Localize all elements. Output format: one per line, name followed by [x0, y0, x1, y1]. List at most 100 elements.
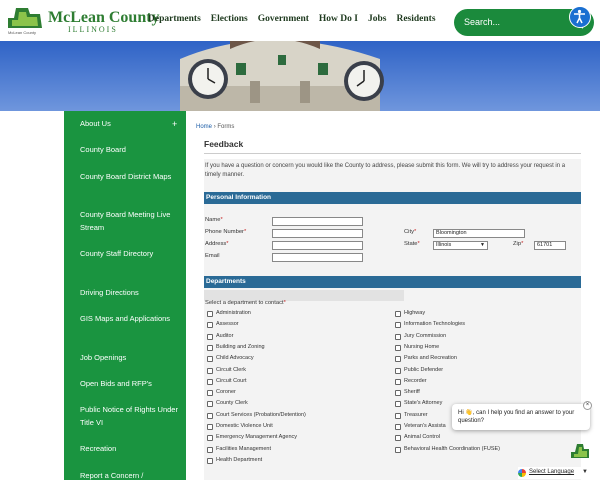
form-intro: If you have a question or concern you wo…: [205, 163, 566, 178]
accessibility-icon: [574, 9, 585, 24]
state-value: Illinois: [436, 242, 452, 248]
checkbox[interactable]: [395, 367, 401, 374]
chat-message: Hi 👋, can I help you find an answer to y…: [458, 410, 575, 424]
chat-assistant-icon[interactable]: [569, 440, 591, 462]
department-label: Auditor: [216, 332, 234, 339]
department-label: Circuit Court: [216, 377, 247, 384]
checkbox[interactable]: [207, 322, 213, 329]
checkbox[interactable]: [207, 367, 213, 374]
state-select[interactable]: Illinois ▼: [433, 241, 488, 250]
name-field[interactable]: [272, 217, 363, 226]
sidebar-item-county-board[interactable]: County Board: [80, 144, 180, 157]
nav-departments[interactable]: Departments: [148, 14, 201, 28]
logo-state: ILLINOIS: [68, 25, 118, 34]
zip-label: Zip*: [513, 241, 524, 247]
checkbox[interactable]: [207, 390, 213, 397]
nav-jobs[interactable]: Jobs: [368, 14, 386, 28]
address-field[interactable]: [272, 241, 363, 250]
department-label: Behavioral Health Coordination (FUSE): [404, 445, 500, 452]
close-icon[interactable]: ×: [583, 401, 592, 410]
checkbox[interactable]: [207, 457, 213, 464]
checkbox[interactable]: [207, 311, 213, 317]
department-label: Administration: [216, 310, 251, 316]
address-label: Address*: [205, 241, 229, 247]
breadcrumb-home[interactable]: Home: [196, 124, 212, 130]
feedback-form: If you have a question or concern you wo…: [204, 159, 581, 480]
county-logo[interactable]: McLean County ILLINOIS McLean County: [6, 3, 160, 37]
department-label: Sheriff: [404, 389, 420, 396]
email-field[interactable]: [272, 253, 363, 262]
sidebar-item-driving-directions[interactable]: Driving Directions: [80, 287, 180, 300]
nav-government[interactable]: Government: [258, 14, 309, 28]
sidebar-item-recreation[interactable]: Recreation: [80, 443, 180, 456]
zip-field[interactable]: 61701: [534, 241, 566, 250]
department-label: Treasurer: [404, 411, 428, 418]
sidebar-item-gis-maps[interactable]: GIS Maps and Applications: [80, 313, 180, 326]
sidebar-nav: About Us + County Board County Board Dis…: [64, 111, 186, 480]
checkbox[interactable]: [395, 401, 401, 408]
department-label: Recorder: [404, 377, 427, 384]
checkbox[interactable]: [395, 356, 401, 363]
chat-bubble[interactable]: Hi 👋, can I help you find an answer to y…: [452, 401, 592, 430]
logo-tagline: McLean County: [8, 30, 37, 35]
department-label: Emergency Management Agency: [216, 434, 298, 441]
nav-how-do-i[interactable]: How Do I: [319, 14, 358, 28]
department-label: Assessor: [216, 321, 239, 328]
checkbox[interactable]: [395, 322, 401, 329]
checkbox[interactable]: [207, 333, 213, 340]
nav-residents[interactable]: Residents: [396, 14, 435, 28]
sidebar-item-open-bids[interactable]: Open Bids and RFP's: [80, 378, 180, 391]
site-header: McLean County ILLINOIS McLean County Dep…: [0, 0, 600, 41]
checkbox[interactable]: [395, 390, 401, 397]
translate-widget[interactable]: Select Language ▼: [518, 467, 592, 479]
city-label: City*: [404, 229, 417, 235]
select-language-link[interactable]: Select Language: [529, 469, 574, 475]
department-label: Nursing Home: [404, 343, 440, 350]
checkbox[interactable]: [207, 412, 213, 419]
department-label: Circuit Clerk: [216, 366, 246, 373]
state-label: State*: [404, 241, 420, 247]
department-label: Child Advocacy: [216, 355, 254, 362]
sidebar-item-title-vi[interactable]: Public Notice of Rights Under Title VI: [80, 404, 180, 429]
sidebar-item-district-maps[interactable]: County Board District Maps: [80, 171, 180, 184]
email-label: Email: [205, 253, 220, 259]
breadcrumb-current: Forms: [217, 124, 235, 130]
department-prompt: Select a department to contact*: [205, 300, 286, 306]
sidebar-item-job-openings[interactable]: Job Openings: [80, 352, 180, 365]
sidebar-item-about-us[interactable]: About Us: [80, 118, 180, 131]
checkbox[interactable]: [207, 446, 213, 453]
sidebar-item-staff-directory[interactable]: County Staff Directory: [80, 248, 180, 261]
breadcrumb-separator: ›: [213, 124, 216, 130]
checkbox[interactable]: [395, 435, 401, 442]
title-divider: [204, 153, 581, 154]
sidebar-item-live-stream[interactable]: County Board Meeting Live Stream: [80, 209, 180, 234]
checkbox[interactable]: [207, 435, 213, 442]
department-label: Facilities Management: [216, 445, 272, 452]
departments-header: Departments: [204, 276, 581, 288]
accessibility-button[interactable]: [569, 6, 591, 28]
checkbox[interactable]: [207, 401, 213, 408]
checkbox[interactable]: [395, 378, 401, 385]
courthouse-dome-image: [180, 41, 384, 111]
checkbox[interactable]: [395, 311, 401, 317]
checkbox[interactable]: [207, 344, 213, 351]
illinois-map-icon: [8, 8, 42, 28]
department-label: Health Department: [216, 456, 263, 463]
department-label: Coroner: [216, 389, 236, 396]
checkbox[interactable]: [207, 356, 213, 363]
checkbox[interactable]: [207, 378, 213, 385]
phone-field[interactable]: [272, 229, 363, 238]
department-label: Highway: [404, 310, 426, 316]
sidebar-item-report-concern[interactable]: Report a Concern /: [80, 470, 180, 480]
checkbox[interactable]: [395, 333, 401, 340]
personal-info-header: Personal Information: [204, 192, 581, 204]
nav-elections[interactable]: Elections: [211, 14, 248, 28]
department-label: Jury Commission: [404, 332, 447, 339]
checkbox[interactable]: [395, 412, 401, 419]
expand-icon[interactable]: +: [172, 119, 177, 129]
checkbox[interactable]: [395, 446, 401, 453]
checkbox[interactable]: [395, 424, 401, 430]
city-field[interactable]: Bloomington: [433, 229, 525, 238]
checkbox[interactable]: [207, 424, 213, 430]
checkbox[interactable]: [395, 344, 401, 351]
